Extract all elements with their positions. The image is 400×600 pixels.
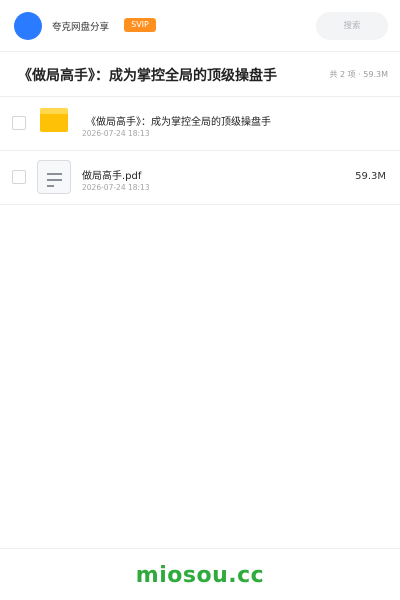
- select-checkbox[interactable]: [12, 170, 26, 184]
- svip-badge[interactable]: SVIP: [124, 18, 156, 32]
- file-summary: 共 2 项 · 59.3M: [329, 70, 388, 79]
- avatar[interactable]: [14, 12, 42, 40]
- watermark: miosou.cc: [135, 563, 265, 588]
- search-input[interactable]: 搜索: [316, 12, 388, 40]
- top-bar: 夸克网盘分享 SVIP 搜索: [0, 0, 400, 52]
- file-name[interactable]: 做局高手.pdf: [82, 167, 141, 182]
- folder-icon: [40, 108, 68, 132]
- footer: miosou.cc: [0, 548, 400, 600]
- page-title: 《做局高手》：成为掌控全局的顶级操盘手: [18, 68, 277, 84]
- select-checkbox[interactable]: [12, 116, 26, 130]
- file-name[interactable]: 《做局高手》：成为掌控全局的顶级操盘手: [86, 113, 271, 128]
- file-row-folder[interactable]: 《做局高手》：成为掌控全局的顶级操盘手 2026-07-24 18:13: [0, 97, 400, 151]
- file-date: 2026-07-24 18:13: [82, 129, 150, 138]
- file-size: 59.3M: [355, 171, 386, 182]
- document-icon: [37, 160, 71, 194]
- file-date: 2026-07-24 18:13: [82, 183, 150, 192]
- brand-name: 夸克网盘分享: [52, 22, 110, 33]
- share-title-bar: 《做局高手》：成为掌控全局的顶级操盘手 共 2 项 · 59.3M: [0, 52, 400, 97]
- file-row-pdf[interactable]: 做局高手.pdf 2026-07-24 18:13 59.3M: [0, 151, 400, 205]
